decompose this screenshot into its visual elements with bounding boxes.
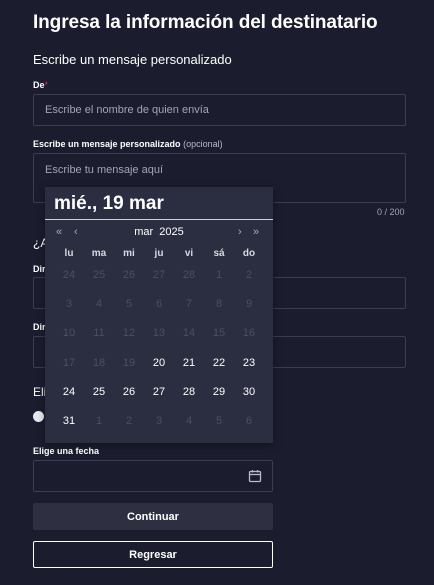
calendar-day[interactable]: 21 <box>174 357 204 369</box>
calendar-icon[interactable] <box>248 469 262 486</box>
continue-button[interactable]: Continuar <box>33 503 273 530</box>
date-input[interactable] <box>33 460 273 492</box>
weekday-label: vi <box>184 247 194 259</box>
calendar-grid: lu ma mi ju vi sá do 24 25 26 27 28 1 2 3 4 5 6 7 8 9 10 11 12 1… <box>54 246 264 436</box>
month-label[interactable]: mar <box>134 226 153 238</box>
calendar-day-disabled: 3 <box>65 297 73 310</box>
calendar-day-disabled: 1 <box>215 268 223 281</box>
calendar-day[interactable]: 29 <box>204 386 234 398</box>
next-year-button[interactable]: » <box>253 226 259 238</box>
weekday-label: mi <box>123 247 135 259</box>
calendar-day-disabled: 8 <box>215 297 223 310</box>
message-label: Escribe un mensaje personalizado (opcion… <box>33 139 223 149</box>
calendar-day[interactable]: 26 <box>114 386 144 398</box>
sender-name-placeholder: Escribe el nombre de quien envía <box>45 104 209 116</box>
calendar-day[interactable]: 23 <box>234 357 264 369</box>
calendar-day-disabled: 5 <box>125 297 133 310</box>
calendar-day-disabled: 15 <box>212 327 226 340</box>
weekday-label: lu <box>64 247 74 259</box>
calendar-week-row: 31 1 2 3 4 5 6 <box>54 406 264 435</box>
calendar-day[interactable]: 24 <box>54 386 84 398</box>
calendar-day-disabled: 27 <box>152 268 166 281</box>
weekday-label: ma <box>91 247 107 259</box>
page-title: Ingresa la información del destinatario <box>33 12 378 33</box>
calendar-day-disabled: 17 <box>62 356 76 369</box>
calendar-day-disabled: 11 <box>93 327 105 340</box>
back-button[interactable]: Regresar <box>33 541 273 568</box>
date-label: Elige una fecha <box>33 446 100 456</box>
calendar-day[interactable]: 27 <box>144 386 174 398</box>
sender-label: De* <box>33 80 49 90</box>
calendar-day-disabled: 7 <box>185 297 193 310</box>
sender-name-input[interactable]: Escribe el nombre de quien envía <box>33 94 406 126</box>
calendar-day-disabled: 16 <box>242 327 256 340</box>
calendar-day-disabled: 10 <box>62 327 76 340</box>
calendar-day-disabled: 19 <box>122 356 136 369</box>
calendar-day-disabled: 4 <box>185 415 193 428</box>
calendar-day-disabled: 6 <box>155 297 163 310</box>
calendar-day-disabled: 9 <box>245 297 253 310</box>
calendar-day-disabled: 13 <box>152 327 166 340</box>
calendar-week-row: 17 18 19 20 21 22 23 <box>54 348 264 377</box>
calendar-day[interactable]: 20 <box>144 357 174 369</box>
calendar-day[interactable]: 28 <box>174 386 204 398</box>
calendar-day[interactable]: 31 <box>54 415 84 427</box>
radio-option[interactable] <box>33 411 44 422</box>
calendar-day-disabled: 12 <box>122 327 136 340</box>
required-mark: * <box>44 80 49 90</box>
character-counter: 0 / 200 <box>377 207 405 217</box>
calendar-day-disabled: 1 <box>95 415 103 428</box>
calendar-week-row: 24 25 26 27 28 29 30 <box>54 377 264 406</box>
address-label-1: Dir <box>33 264 46 274</box>
calendar-day[interactable]: 22 <box>204 357 234 369</box>
next-month-button[interactable]: › <box>238 226 242 238</box>
calendar-day-disabled: 14 <box>182 327 196 340</box>
address-label-2: Dir <box>33 322 46 332</box>
calendar-week-row: 24 25 26 27 28 1 2 <box>54 260 264 289</box>
calendar-day-disabled: 28 <box>182 268 196 281</box>
calendar-day-disabled: 26 <box>122 268 136 281</box>
optional-tag: (opcional) <box>183 139 223 149</box>
weekday-label: sá <box>213 247 225 259</box>
calendar-day-disabled: 3 <box>155 415 163 428</box>
date-picker-popup: mié., 19 mar « ‹ mar 2025 › » lu ma mi ju vi… <box>45 187 273 443</box>
calendar-day[interactable]: 25 <box>84 386 114 398</box>
calendar-day-disabled: 4 <box>95 297 103 310</box>
selected-date-display: mié., 19 mar <box>45 187 273 220</box>
weekday-label: do <box>242 247 256 259</box>
message-placeholder: Escribe tu mensaje aquí <box>45 164 164 176</box>
calendar-day-disabled: 18 <box>92 356 106 369</box>
weekday-header-row: lu ma mi ju vi sá do <box>54 246 264 260</box>
year-label[interactable]: 2025 <box>159 226 183 238</box>
calendar-week-row: 3 4 5 6 7 8 9 <box>54 289 264 318</box>
calendar-day-disabled: 6 <box>245 415 253 428</box>
calendar-day-disabled: 2 <box>125 415 133 428</box>
calendar-day[interactable]: 30 <box>234 386 264 398</box>
calendar-day-disabled: 25 <box>92 268 106 281</box>
section-subtitle: Escribe un mensaje personalizado <box>33 52 232 67</box>
calendar-day-disabled: 5 <box>215 415 223 428</box>
calendar-day-disabled: 2 <box>245 268 253 281</box>
calendar-day-disabled: 24 <box>62 268 76 281</box>
calendar-week-row: 10 11 12 13 14 15 16 <box>54 319 264 348</box>
weekday-label: ju <box>154 247 164 259</box>
